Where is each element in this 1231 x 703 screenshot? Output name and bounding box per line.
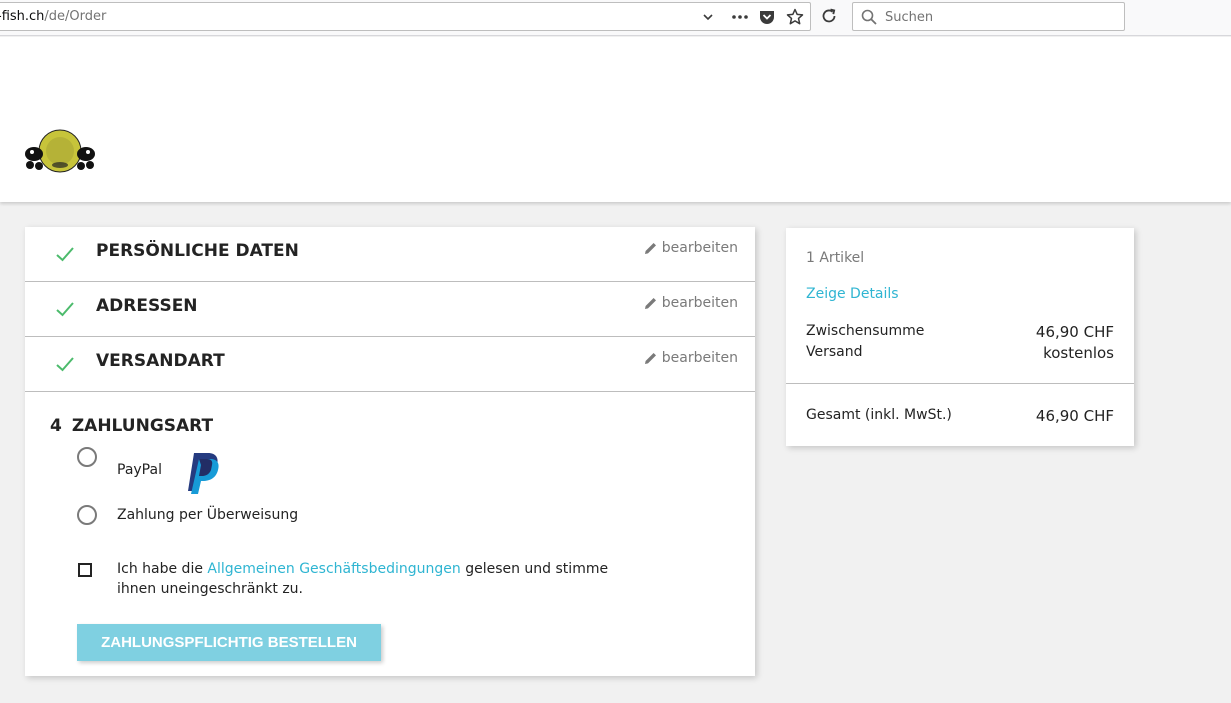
url-text: -fish.ch/de/Order — [0, 9, 107, 24]
edit-label: bearbeiten — [661, 295, 738, 311]
pocket-icon[interactable] — [756, 6, 778, 28]
bank-transfer-label: Zahlung per Überweisung — [117, 507, 299, 523]
step-title: Versandart — [96, 351, 225, 371]
edit-label: bearbeiten — [661, 350, 738, 366]
shipping-label: Versand — [806, 344, 863, 360]
item-count: 1 Artikel — [806, 250, 865, 266]
payment-heading: 4 Zahlungsart — [50, 416, 213, 436]
step-personal-data: Persönliche Daten bearbeiten — [25, 227, 755, 282]
search-placeholder: Suchen — [885, 10, 934, 25]
subtotal-value: 46,90 CHF — [1035, 323, 1114, 341]
pencil-icon — [644, 298, 656, 309]
edit-label: bearbeiten — [661, 240, 738, 256]
cart-summary: 1 Artikel Zeige Details Zwischensumme 46… — [786, 228, 1134, 446]
total-value: 46,90 CHF — [1035, 407, 1114, 425]
edit-button[interactable]: bearbeiten — [644, 295, 738, 311]
terms-link[interactable]: Allgemeinen Geschäftsbedingungen — [207, 561, 460, 577]
show-details-link[interactable]: Zeige Details — [806, 286, 899, 302]
pencil-icon — [644, 353, 656, 364]
subtotal-label: Zwischensumme — [806, 323, 925, 339]
reload-icon[interactable] — [820, 7, 842, 29]
address-bar[interactable]: -fish.ch/de/Order — [0, 2, 811, 31]
step-addresses: Adressen bearbeiten — [25, 282, 755, 337]
shipping-value: kostenlos — [1043, 344, 1114, 362]
radio-bank-transfer[interactable] — [77, 505, 97, 525]
shop-logo[interactable] — [24, 129, 96, 173]
radio-paypal[interactable] — [77, 447, 97, 467]
paypal-label: PayPal — [117, 462, 162, 478]
total-label: Gesamt (inkl. MwSt.) — [806, 407, 952, 423]
place-order-button[interactable]: Zahlungspflichtig bestellen — [77, 624, 381, 661]
search-icon — [861, 9, 877, 25]
terms-text: Ich habe die Allgemeinen Geschäftsbeding… — [117, 561, 609, 597]
step-title: Adressen — [96, 296, 198, 316]
site-header — [0, 37, 1231, 202]
checkout-panel: Persönliche Daten bearbeiten Adressen be… — [25, 227, 755, 676]
terms-checkbox[interactable] — [78, 563, 92, 577]
bookmark-star-icon[interactable] — [784, 6, 806, 28]
edit-button[interactable]: bearbeiten — [644, 240, 738, 256]
check-icon — [55, 354, 75, 374]
chevron-down-icon[interactable] — [697, 6, 719, 28]
browser-toolbar: -fish.ch/de/Order Suchen — [0, 0, 1231, 36]
step-shipping: Versandart bearbeiten — [25, 337, 755, 392]
divider — [786, 383, 1134, 384]
more-icon[interactable] — [729, 6, 751, 28]
edit-button[interactable]: bearbeiten — [644, 350, 738, 366]
check-icon — [55, 244, 75, 264]
paypal-logo — [185, 451, 223, 495]
step-title: Persönliche Daten — [96, 241, 299, 261]
step-number: 4 — [50, 416, 62, 436]
search-input[interactable]: Suchen — [852, 2, 1125, 31]
step-title: Zahlungsart — [71, 416, 214, 436]
check-icon — [55, 299, 75, 319]
pencil-icon — [644, 243, 656, 254]
